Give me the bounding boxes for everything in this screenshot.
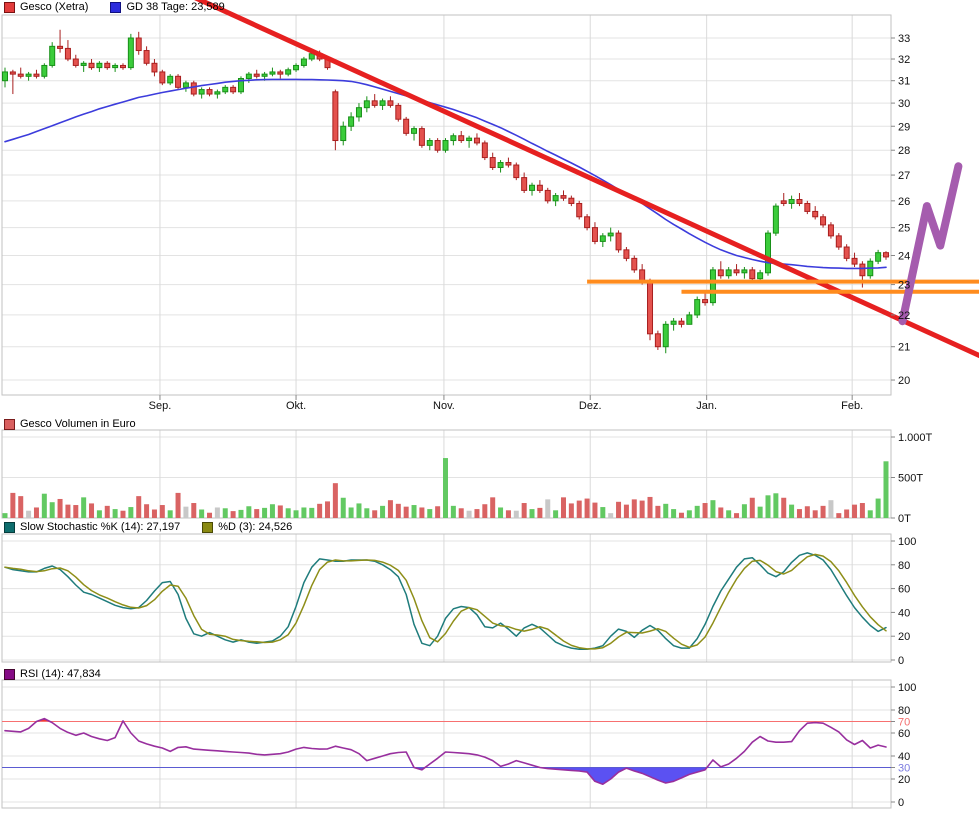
svg-text:30: 30 — [898, 98, 910, 110]
rsi-series-label: RSI (14): 47,834 — [20, 667, 101, 681]
svg-text:40: 40 — [898, 751, 910, 763]
stochastic-panel: 100 80 60 40 20 0 — [2, 534, 916, 667]
volume-panel: 1.000T 500T 0T — [2, 430, 933, 525]
svg-text:0: 0 — [898, 797, 904, 809]
legend-item-stoch-d: %D (3): 24,526 — [202, 520, 292, 534]
svg-text:1.000T: 1.000T — [898, 432, 933, 444]
svg-text:31: 31 — [898, 76, 910, 88]
svg-text:80: 80 — [898, 560, 910, 572]
svg-text:24: 24 — [898, 251, 910, 263]
svg-text:20: 20 — [898, 631, 910, 643]
svg-text:60: 60 — [898, 728, 910, 740]
legend-item-stoch-k: Slow Stochastic %K (14): 27,197 — [4, 520, 180, 534]
svg-text:25: 25 — [898, 223, 910, 235]
svg-text:29: 29 — [898, 121, 910, 133]
ma-series-label: GD 38 Tage: 23,589 — [126, 0, 224, 14]
volume-series-label: Gesco Volumen in Euro — [20, 417, 136, 431]
svg-text:20: 20 — [898, 375, 910, 387]
price-series-swatch-icon — [4, 2, 15, 13]
svg-text:33: 33 — [898, 33, 910, 45]
stochastic-legend: Slow Stochastic %K (14): 27,197 %D (3): … — [4, 520, 292, 534]
price-legend: Gesco (Xetra) GD 38 Tage: 23,589 — [4, 0, 225, 14]
svg-text:60: 60 — [898, 584, 910, 596]
svg-text:32: 32 — [898, 54, 910, 66]
svg-text:28: 28 — [898, 145, 910, 157]
legend-item-gesco: Gesco (Xetra) — [4, 0, 88, 14]
svg-text:30: 30 — [898, 763, 910, 775]
rsi-legend: RSI (14): 47,834 — [4, 667, 101, 681]
svg-text:70: 70 — [898, 717, 910, 729]
main-price-panel: 33 32 31 30 29 28 27 26 25 24 23 22 21 20 Sep. Okt. Nov.… — [2, 0, 979, 412]
stoch-k-label: Slow Stochastic %K (14): 27,197 — [20, 520, 180, 534]
svg-text:21: 21 — [898, 342, 910, 354]
svg-text:Nov.: Nov. — [433, 400, 455, 412]
svg-text:0: 0 — [898, 655, 904, 667]
svg-text:27: 27 — [898, 170, 910, 182]
svg-text:80: 80 — [898, 705, 910, 717]
svg-text:40: 40 — [898, 607, 910, 619]
svg-text:22: 22 — [898, 310, 910, 322]
legend-item-ma: GD 38 Tage: 23,589 — [110, 0, 224, 14]
svg-text:Feb.: Feb. — [841, 400, 863, 412]
svg-text:Dez.: Dez. — [579, 400, 602, 412]
chart-stage: 33 32 31 30 29 28 27 26 25 24 23 22 21 20 Sep. Okt. Nov.… — [0, 0, 979, 814]
ma-series-swatch-icon — [110, 2, 121, 13]
price-series-label: Gesco (Xetra) — [20, 0, 88, 14]
rsi-panel: 100 807060 403020 0 — [2, 680, 916, 809]
svg-text:500T: 500T — [898, 473, 923, 485]
svg-text:23: 23 — [898, 280, 910, 292]
svg-text:Sep.: Sep. — [149, 400, 172, 412]
svg-text:20: 20 — [898, 774, 910, 786]
svg-text:0T: 0T — [898, 513, 911, 525]
stoch-d-label: %D (3): 24,526 — [218, 520, 292, 534]
rsi-series-swatch-icon — [4, 669, 15, 680]
stoch-d-swatch-icon — [202, 522, 213, 533]
svg-text:26: 26 — [898, 196, 910, 208]
svg-text:100: 100 — [898, 682, 916, 694]
volume-legend: Gesco Volumen in Euro — [4, 417, 136, 431]
svg-text:Okt.: Okt. — [286, 400, 306, 412]
stoch-k-swatch-icon — [4, 522, 15, 533]
legend-item-volume: Gesco Volumen in Euro — [4, 417, 136, 431]
legend-item-rsi: RSI (14): 47,834 — [4, 667, 101, 681]
svg-text:Jan.: Jan. — [696, 400, 717, 412]
svg-text:100: 100 — [898, 536, 916, 548]
volume-series-swatch-icon — [4, 419, 15, 430]
chart-canvas: 33 32 31 30 29 28 27 26 25 24 23 22 21 20 Sep. Okt. Nov.… — [0, 0, 979, 814]
